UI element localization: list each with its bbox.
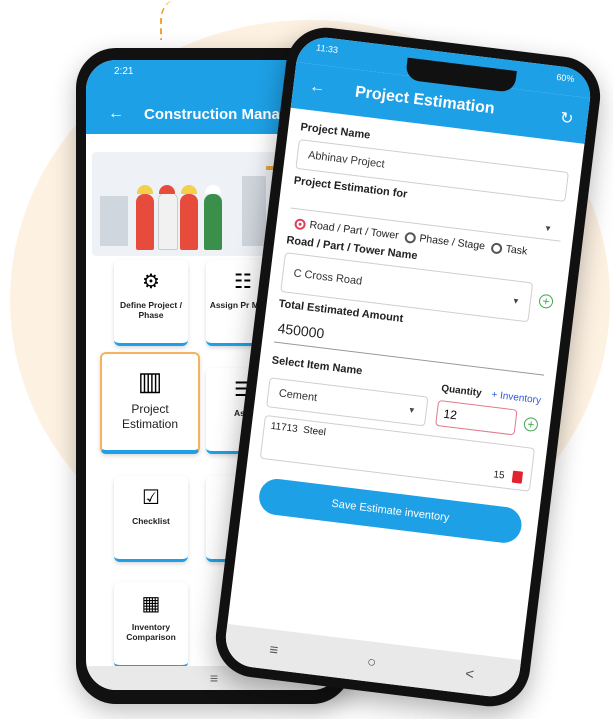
tile-label: Inventory Comparison xyxy=(126,622,176,642)
tile-checklist[interactable]: ☑ Checklist xyxy=(114,476,188,562)
comparison-chart-icon: ▦ xyxy=(141,593,161,615)
tile-inventory-comparison[interactable]: ▦ Inventory Comparison xyxy=(114,582,188,668)
home-icon[interactable]: ○ xyxy=(366,653,377,671)
radio-road-part-tower[interactable] xyxy=(294,217,307,230)
menu-icon[interactable]: ≡ xyxy=(268,641,279,659)
quantity-value: 12 xyxy=(442,406,458,423)
gear-bulb-icon: ⚙ xyxy=(142,271,160,293)
helmet-shape xyxy=(159,185,175,194)
menu-icon[interactable]: ≡ xyxy=(210,670,218,686)
tile-define-project[interactable]: ⚙ Define Project / Phase xyxy=(114,260,188,346)
tile-project-estimation[interactable]: ▥ Project Estimation xyxy=(100,352,200,454)
item-quantity: 15 xyxy=(492,469,506,482)
radio-phase-stage[interactable] xyxy=(403,231,417,244)
project-name-value: Abhinav Project xyxy=(307,149,386,171)
radio-label: Task xyxy=(505,243,528,258)
back-arrow-icon[interactable]: ← xyxy=(108,105,124,123)
back-icon[interactable]: < xyxy=(464,665,475,683)
dropdown-caret-icon: ▼ xyxy=(511,295,521,306)
add-item-icon[interactable]: + xyxy=(523,416,539,433)
back-arrow-icon[interactable]: ← xyxy=(308,78,326,98)
building-shape xyxy=(242,176,266,246)
worker-figure xyxy=(136,194,154,250)
worker-figure xyxy=(158,192,178,250)
tile-label: Define Project / Phase xyxy=(120,300,182,320)
status-time: 11:33 xyxy=(315,42,339,56)
road-name-value: C Cross Road xyxy=(292,267,363,288)
radio-task[interactable] xyxy=(490,241,503,255)
checklist-icon: ☑ xyxy=(142,487,160,509)
worker-figure xyxy=(204,194,222,250)
save-estimate-button[interactable]: Save Estimate inventory xyxy=(257,476,524,545)
helmet-shape xyxy=(181,185,197,194)
dropdown-caret-icon: ▼ xyxy=(407,404,417,415)
delete-icon[interactable] xyxy=(511,470,524,484)
helmet-shape xyxy=(137,185,153,194)
battery-text: 60% xyxy=(555,71,575,85)
decorative-dashed-line xyxy=(160,0,192,40)
front-phone-screen: 11:33 60% ← Project Estimation ↻ Project… xyxy=(222,34,594,700)
building-shape xyxy=(100,196,128,246)
tile-label: Checklist xyxy=(132,516,170,526)
radio-label: Phase / Stage xyxy=(418,232,486,253)
quantity-input[interactable]: 12 xyxy=(435,399,518,436)
item-code: 11713 xyxy=(270,420,299,435)
add-road-icon[interactable]: + xyxy=(538,293,554,310)
chart-estimate-icon: ▥ xyxy=(137,366,163,396)
status-time: 2:21 xyxy=(114,66,134,77)
item-name: Steel xyxy=(302,424,327,439)
dropdown-caret-icon: ▼ xyxy=(543,223,553,234)
item-value: Cement xyxy=(278,387,318,405)
tile-label: Project Estimation xyxy=(121,402,179,431)
estimation-form: Project Name Abhinav Project Project Est… xyxy=(241,108,585,553)
helmet-shape xyxy=(205,185,221,194)
refresh-icon[interactable]: ↻ xyxy=(559,108,575,129)
app-title: Construction Manag xyxy=(144,105,289,123)
worker-figure xyxy=(180,194,198,250)
